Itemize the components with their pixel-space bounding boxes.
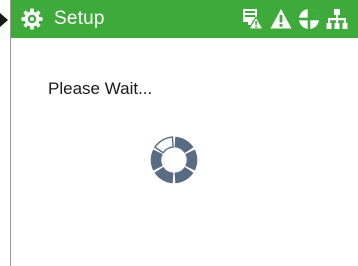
spinner-segment (174, 136, 194, 154)
please-wait-message: Please Wait... (48, 79, 153, 98)
spinner-segment (185, 149, 198, 171)
spinner-segment (174, 166, 194, 184)
status-icons (242, 8, 348, 30)
controller-alarm-icon (243, 9, 264, 30)
page-title: Setup (54, 8, 105, 29)
status-indicator-icon (298, 8, 320, 30)
network-icon (326, 9, 348, 29)
device-screen: Setup Please Wait... (10, 0, 358, 266)
warning-icon (270, 9, 292, 29)
title-bar: Setup (11, 0, 358, 38)
spinner-segment (154, 166, 174, 184)
spinner-segment (150, 149, 163, 171)
gear-icon (21, 8, 43, 30)
spinner-segment (153, 136, 174, 154)
loading-spinner (150, 136, 198, 184)
selection-pointer-icon (0, 13, 8, 27)
